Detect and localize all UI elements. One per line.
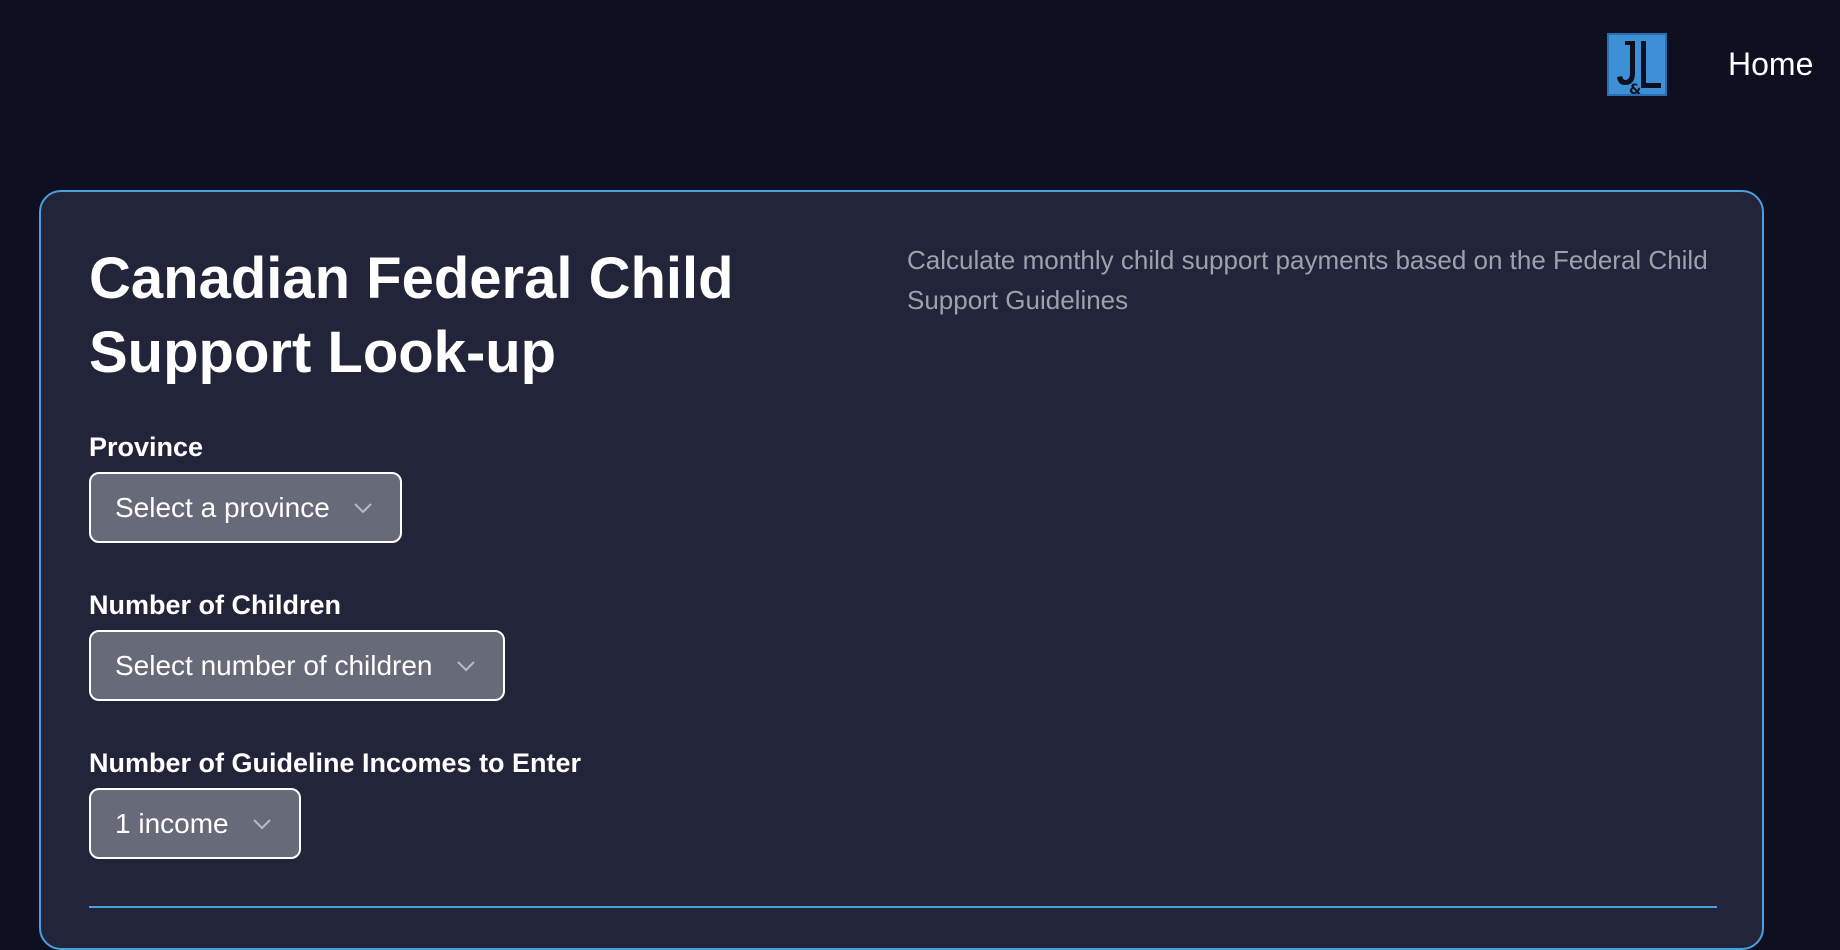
incomes-select[interactable]: 1 income xyxy=(89,788,301,859)
chevron-down-icon xyxy=(252,818,271,829)
page-title: Canadian Federal Child Support Look-up xyxy=(89,246,734,385)
calculator-card: Canadian Federal Child Support Look-up C… xyxy=(39,190,1764,950)
top-navigation: & Home xyxy=(0,0,1840,130)
section-divider xyxy=(89,906,1717,908)
incomes-label: Number of Guideline Incomes to Enter xyxy=(89,748,582,778)
children-label: Number of Children xyxy=(89,590,342,620)
chevron-down-icon xyxy=(354,502,372,513)
province-select[interactable]: Select a province xyxy=(89,472,402,543)
incomes-select-value: 1 income xyxy=(115,807,229,839)
nav-home-link[interactable]: Home xyxy=(1728,44,1813,84)
svg-text:&: & xyxy=(1629,82,1641,96)
children-select[interactable]: Select number of children xyxy=(89,630,505,701)
jl-logo-icon[interactable]: & xyxy=(1607,33,1667,96)
page-description: Calculate monthly child support payments… xyxy=(907,245,1708,315)
province-select-value: Select a province xyxy=(115,491,330,523)
children-select-value: Select number of children xyxy=(115,649,433,681)
province-label: Province xyxy=(89,432,204,462)
chevron-down-icon xyxy=(456,660,475,671)
